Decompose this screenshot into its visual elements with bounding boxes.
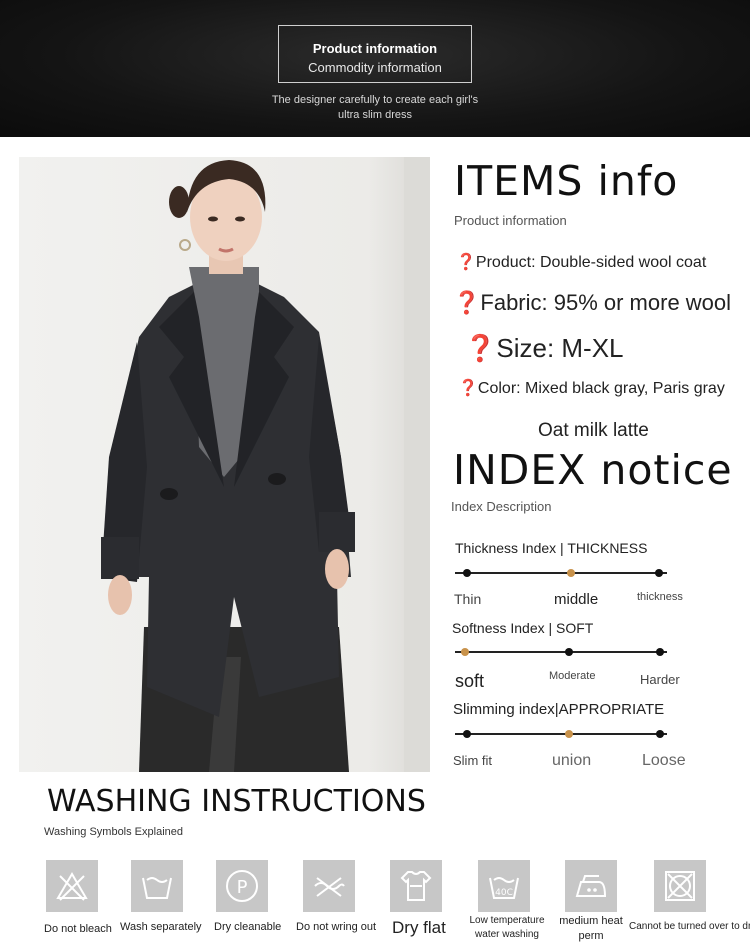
- header-tagline-2: ultra slim dress: [338, 109, 412, 121]
- slimming-label-slim: Slim fit: [453, 753, 492, 768]
- slimming-dot-loose: [656, 730, 664, 738]
- items-title: ITEMS info: [454, 157, 679, 205]
- no-bleach-icon: [46, 860, 98, 912]
- slimming-label-union: union: [552, 752, 592, 769]
- no-bleach-label: Do not bleach: [44, 923, 112, 935]
- dry-flat-label: Dry flat: [392, 918, 446, 937]
- product-photo: [19, 157, 430, 772]
- slimming-scale: [455, 733, 667, 735]
- spec-fabric: ❓Fabric: 95% or more wool: [453, 290, 732, 315]
- iron-medium-label: medium heat perm: [559, 915, 623, 942]
- index-subtitle: Index Description: [451, 499, 552, 514]
- svg-text:P: P: [237, 877, 248, 898]
- washing-subtitle: Washing Symbols Explained: [44, 826, 183, 838]
- thickness-dot-middle: [567, 569, 575, 577]
- softness-dot-harder: [656, 648, 664, 656]
- header-title-box: Product information Commodity informatio…: [278, 25, 472, 83]
- washing-title: WASHING INSTRUCTIONS: [47, 784, 426, 819]
- spec-product: ❓Product: Double-sided wool coat: [456, 254, 707, 271]
- model-illustration: [19, 157, 430, 772]
- softness-scale: [455, 651, 667, 653]
- no-tumble-dry-label: Cannot be turned over to dry: [629, 921, 750, 932]
- no-wring-icon: [303, 860, 355, 912]
- wash-basin-icon: [131, 860, 183, 912]
- spec-size: ❓Size: M-XL: [464, 333, 624, 363]
- softness-index-title: Softness Index | SOFT: [452, 620, 594, 636]
- slimming-label-loose: Loose: [642, 752, 686, 769]
- softness-label-soft: soft: [455, 671, 485, 691]
- dry-clean-p-label: Dry cleanable: [214, 921, 282, 933]
- dry-flat-shirt-icon: [390, 860, 442, 912]
- thickness-dot-thick: [655, 569, 663, 577]
- softness-dot-soft: [461, 648, 469, 656]
- iron-medium-icon: [565, 860, 617, 912]
- softness-label-moderate: Moderate: [549, 670, 596, 682]
- index-title: INDEX notice: [453, 446, 733, 494]
- svg-text:40C: 40C: [495, 888, 513, 898]
- wash-basin-label: Wash separately: [120, 921, 202, 933]
- thickness-label-middle: middle: [554, 591, 599, 608]
- dry-clean-p-icon: P: [216, 860, 268, 912]
- thickness-label-thick: thickness: [637, 591, 683, 603]
- wash-40c-label: Low temperature water washing: [469, 915, 545, 940]
- no-wring-label: Do not wring out: [296, 921, 377, 933]
- thickness-scale: [455, 572, 667, 574]
- header-title: Product information: [312, 41, 438, 56]
- items-subtitle: Product information: [454, 213, 567, 228]
- header-tagline-1: The designer carefully to create each gi…: [271, 94, 479, 106]
- spec-color: ❓Color: Mixed black gray, Paris gray: [458, 380, 725, 397]
- softness-label-harder: Harder: [640, 672, 680, 687]
- slimming-dot-slim: [463, 730, 471, 738]
- softness-dot-moderate: [565, 648, 573, 656]
- slimming-index-title: Slimming index|APPROPRIATE: [453, 701, 665, 718]
- no-tumble-dry-icon: [654, 860, 706, 912]
- slimming-dot-union: [565, 730, 573, 738]
- wash-40c-icon: 40C: [478, 860, 530, 912]
- header-subtitle: Commodity information: [308, 60, 442, 75]
- spec-color-2: Oat milk latte: [538, 420, 649, 441]
- thickness-index-title: Thickness Index | THICKNESS: [455, 540, 648, 556]
- thickness-dot-thin: [463, 569, 471, 577]
- header-banner: Product information Commodity informatio…: [0, 0, 750, 137]
- thickness-label-thin: Thin: [454, 591, 482, 607]
